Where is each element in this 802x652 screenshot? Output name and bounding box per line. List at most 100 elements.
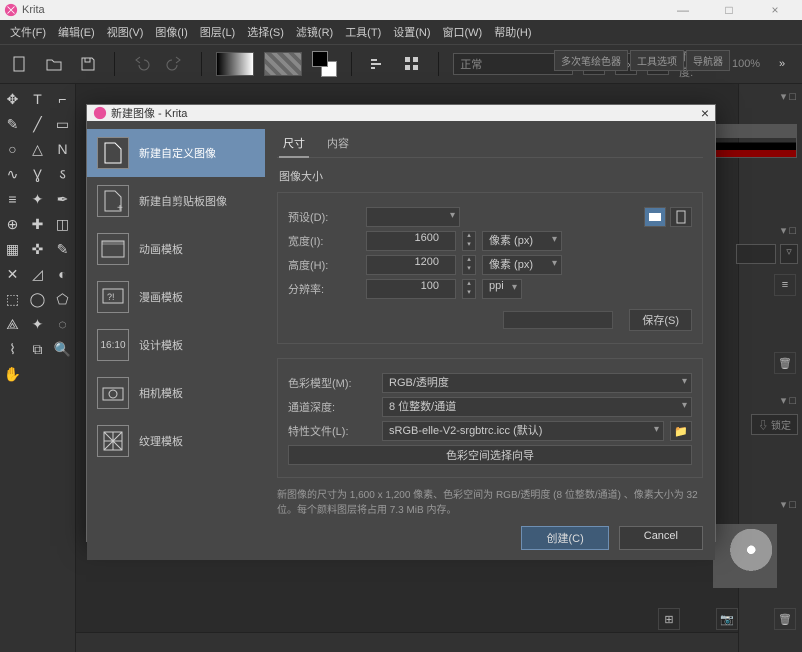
menu-select[interactable]: 选择(S): [241, 24, 290, 40]
trash-button[interactable]: 🗑: [774, 608, 796, 630]
resolution-input[interactable]: 100: [366, 279, 456, 299]
edit-shapes-tool[interactable]: ✦: [27, 188, 49, 210]
preset-thumbnail[interactable]: [713, 524, 777, 588]
cancel-button[interactable]: Cancel: [619, 526, 703, 550]
brush-settings-button[interactable]: [366, 52, 390, 76]
expand-toolbar-button[interactable]: »: [770, 52, 794, 76]
tab-advanced-color[interactable]: 多次笔绘色器: [554, 50, 628, 71]
delete-layer-button[interactable]: 🗑: [774, 352, 796, 374]
freehand-brush-tool[interactable]: ✎: [2, 113, 24, 135]
new-file-button[interactable]: [8, 52, 32, 76]
tab-tool-options[interactable]: 工具选项: [630, 50, 684, 71]
blend-combo-mini[interactable]: [736, 244, 776, 264]
blend-fav-button[interactable]: ▿: [780, 244, 798, 264]
text-tool[interactable]: ⊕: [2, 213, 24, 235]
rect-select-tool[interactable]: ⬚: [2, 288, 24, 310]
profile-combo[interactable]: sRGB-elle-V2-srgbtrc.icc (默认): [382, 421, 664, 441]
tab-dimensions[interactable]: 尺寸: [279, 133, 309, 158]
menu-tools[interactable]: 工具(T): [339, 24, 387, 40]
sidebar-item-design[interactable]: 16:10 设计模板: [87, 321, 265, 369]
calligraphy-tool[interactable]: ✒: [52, 188, 74, 210]
move-tool[interactable]: ✥: [2, 88, 24, 110]
height-input[interactable]: 1200: [366, 255, 456, 275]
polygon-select-tool[interactable]: ⬠: [52, 288, 74, 310]
bezier-tool[interactable]: ∿: [2, 163, 24, 185]
freehand-path-tool[interactable]: Ɣ: [27, 163, 49, 185]
sidebar-item-comic[interactable]: ?! 漫画模板: [87, 273, 265, 321]
contiguous-select-tool[interactable]: ✦: [27, 313, 49, 335]
window-minimize-button[interactable]: —: [660, 0, 706, 20]
ellipse-tool[interactable]: ○: [2, 138, 24, 160]
reference-tool[interactable]: ◐: [52, 263, 74, 285]
magnetic-select-tool[interactable]: ⧉: [27, 338, 49, 360]
multibrush-tool[interactable]: ≡: [2, 188, 24, 210]
zoom-tool[interactable]: 🔍: [52, 338, 74, 360]
height-unit-combo[interactable]: 像素 (px): [482, 255, 562, 275]
polygon-tool[interactable]: △: [27, 138, 49, 160]
width-unit-combo[interactable]: 像素 (px): [482, 231, 562, 251]
profile-browse-button[interactable]: 📁: [670, 421, 692, 441]
transform-tool[interactable]: T: [27, 88, 49, 110]
layer-settings-button[interactable]: ≡: [774, 274, 796, 296]
panel-controls-1[interactable]: ▾ □: [781, 90, 796, 103]
menu-edit[interactable]: 编辑(E): [52, 24, 101, 40]
menu-view[interactable]: 视图(V): [101, 24, 150, 40]
minitab-lock[interactable]: ⇩ 锁定: [751, 414, 798, 435]
measure-tool[interactable]: ◿: [27, 263, 49, 285]
resolution-spinner[interactable]: ▴▾: [462, 279, 476, 299]
camera-button[interactable]: 📷: [716, 608, 738, 630]
preset-combo[interactable]: [366, 207, 460, 227]
menu-layer[interactable]: 图层(L): [194, 24, 241, 40]
sidebar-item-clipboard[interactable]: + 新建自剪贴板图像: [87, 177, 265, 225]
color-selector-thumb[interactable]: [711, 124, 797, 158]
height-spinner[interactable]: ▴▾: [462, 255, 476, 275]
freehand-select-tool[interactable]: ⟁: [2, 313, 24, 335]
fg-bg-color-swatch[interactable]: [312, 51, 338, 77]
color-model-combo[interactable]: RGB/透明度: [382, 373, 692, 393]
color-sampler-tool[interactable]: ▦: [2, 238, 24, 260]
menu-filter[interactable]: 滤镜(R): [290, 24, 339, 40]
save-preset-button[interactable]: 保存(S): [629, 309, 692, 331]
panel-controls-2[interactable]: ▾ □: [781, 224, 796, 237]
gradient-tool[interactable]: ◫: [52, 213, 74, 235]
width-input[interactable]: 1600: [366, 231, 456, 251]
color-space-wizard-button[interactable]: 色彩空间选择向导: [288, 445, 692, 465]
orientation-landscape-button[interactable]: [644, 207, 666, 227]
assistant-tool[interactable]: ✕: [2, 263, 24, 285]
add-button[interactable]: ⊞: [658, 608, 680, 630]
sidebar-item-custom[interactable]: 新建自定义图像: [87, 129, 265, 177]
menu-settings[interactable]: 设置(N): [387, 24, 436, 40]
resolution-unit-combo[interactable]: ppi: [482, 279, 522, 299]
window-close-button[interactable]: ×: [752, 0, 798, 20]
preset-name-input[interactable]: [503, 311, 613, 329]
gradient-preset-button[interactable]: [216, 52, 254, 76]
pan-tool[interactable]: ✋: [2, 363, 24, 385]
dialog-close-button[interactable]: ×: [701, 105, 709, 121]
sidebar-item-animation[interactable]: 动画模板: [87, 225, 265, 273]
menu-window[interactable]: 窗口(W): [437, 24, 489, 40]
sidebar-item-texture[interactable]: 纹理模板: [87, 417, 265, 465]
line-tool[interactable]: ╱: [27, 113, 49, 135]
bezier-select-tool[interactable]: ⌇: [2, 338, 24, 360]
save-button[interactable]: [76, 52, 100, 76]
create-button[interactable]: 创建(C): [521, 526, 608, 550]
width-spinner[interactable]: ▴▾: [462, 231, 476, 251]
menu-help[interactable]: 帮助(H): [488, 24, 537, 40]
panel-controls-3[interactable]: ▾ □: [781, 394, 796, 407]
ellipse-select-tool[interactable]: ◯: [27, 288, 49, 310]
sidebar-item-camera[interactable]: 相机模板: [87, 369, 265, 417]
undo-button[interactable]: [129, 52, 153, 76]
dynamic-brush-tool[interactable]: ऽ: [52, 163, 74, 185]
rectangle-tool[interactable]: ▭: [52, 113, 74, 135]
pattern-edit-tool[interactable]: ✚: [27, 213, 49, 235]
polyline-tool[interactable]: N: [52, 138, 74, 160]
menu-file[interactable]: 文件(F): [4, 24, 52, 40]
open-file-button[interactable]: [42, 52, 66, 76]
redo-button[interactable]: [163, 52, 187, 76]
orientation-portrait-button[interactable]: [670, 207, 692, 227]
similar-select-tool[interactable]: ◌: [52, 313, 74, 335]
brush-presets-button[interactable]: [400, 52, 424, 76]
menu-image[interactable]: 图像(I): [149, 24, 193, 40]
panel-controls-4[interactable]: ▾ □: [781, 498, 796, 511]
smart-patch-tool[interactable]: ✜: [27, 238, 49, 260]
